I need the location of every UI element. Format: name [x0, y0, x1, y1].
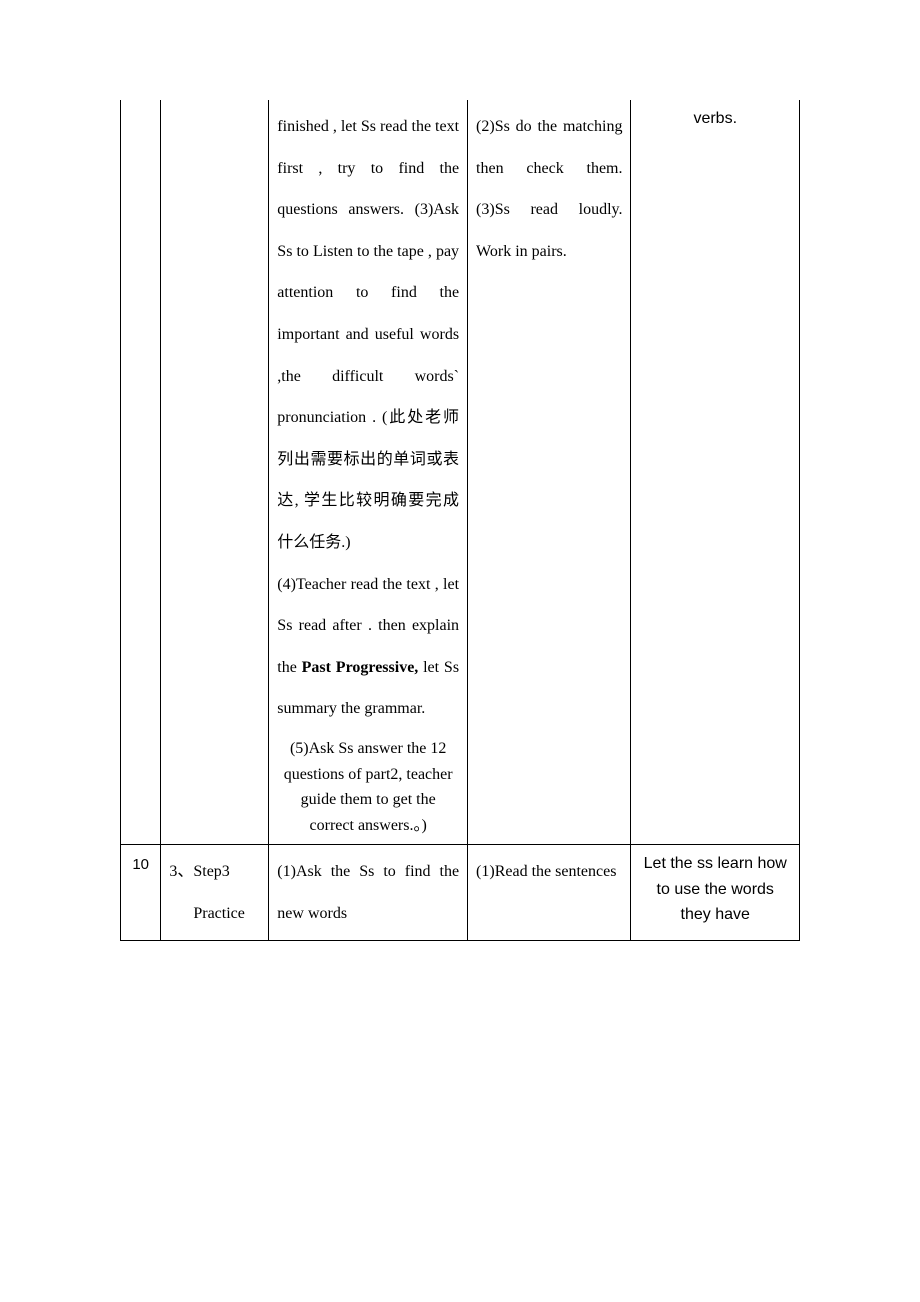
text-segment: (5)Ask Ss answer the 12 questions of par… — [277, 736, 459, 838]
document-page: finished , let Ss read the text first , … — [0, 0, 920, 1001]
cell-purpose: Let the ss learn how to use the words th… — [631, 845, 800, 941]
cell-teacher-activity: (1)Ask the Ss to find the new words — [269, 845, 468, 941]
cell-step: 3、Step3 Practice — [161, 845, 269, 941]
table-row: 10 3、Step3 Practice (1)Ask the Ss to fin… — [121, 845, 800, 941]
table-row: finished , let Ss read the text first , … — [121, 100, 800, 845]
cell-purpose: verbs. — [631, 100, 800, 845]
cell-teacher-activity: finished , let Ss read the text first , … — [269, 100, 468, 845]
bold-text: Past Progressive, — [302, 659, 419, 676]
step-label: 3、Step3 — [169, 863, 229, 880]
lesson-plan-table: finished , let Ss read the text first , … — [120, 100, 800, 941]
cell-time: 10 — [121, 845, 161, 941]
step-sublabel: Practice — [169, 893, 245, 935]
cell-student-activity: (1)Read the sentences — [468, 845, 631, 941]
cell-time — [121, 100, 161, 845]
cell-step — [161, 100, 269, 845]
cell-student-activity: (2)Ss do the matching then check them. (… — [468, 100, 631, 845]
text-segment: finished , let Ss read the text first , … — [277, 118, 459, 551]
